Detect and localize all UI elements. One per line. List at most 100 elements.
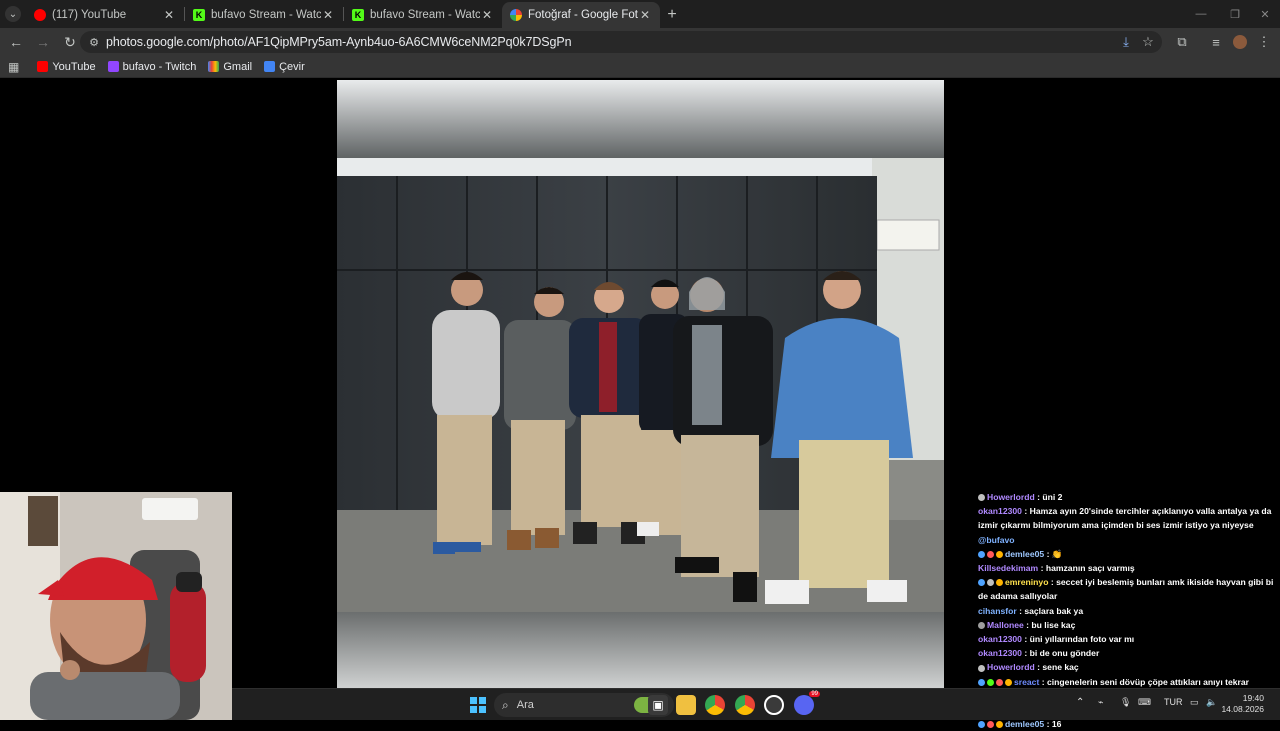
windows-start-icon[interactable] [468,695,488,715]
chat-message: Howerlordd : üni 2 [978,490,1278,504]
site-info-icon[interactable]: ⚙ [86,36,102,49]
chat-username[interactable]: emreninyo [1005,577,1048,587]
close-icon[interactable]: ✕ [480,8,494,22]
search-label: Ara [516,699,534,711]
tab-youtube[interactable]: (117) YouTube ✕ [26,2,184,28]
chat-username[interactable]: Killsedekimam [978,563,1038,573]
chat-separator: : [1044,719,1052,730]
bookmarks-bar: ▦ YouTube bufavo - Twitch Gmail Çevir [0,56,1280,78]
close-icon[interactable]: ✕ [321,8,335,22]
bookmark-star-icon[interactable]: ☆ [1136,30,1160,54]
clock[interactable]: 19:40 14.08.2026 [1221,693,1264,715]
keyboard-icon[interactable]: ⌨ [1138,697,1151,708]
obs-icon[interactable] [764,695,784,715]
chat-separator: : [1021,506,1030,517]
person [432,272,500,554]
chat-badge-icon [978,494,985,502]
chat-username[interactable]: okan12300 [978,648,1022,658]
network-icon[interactable]: ⌁ [1098,697,1103,708]
task-view-icon[interactable]: ▣ [648,695,668,715]
chat-username[interactable]: okan12300 [978,506,1022,516]
menu-kebab-icon[interactable]: ⋮ [1252,30,1276,54]
chat-mention[interactable]: @bufavo [978,535,1015,545]
gmail-icon [208,61,220,72]
extensions-icon[interactable]: ⧉ [1170,30,1194,54]
window-close-button[interactable]: ✕ [1248,0,1280,28]
chrome-icon-2[interactable] [735,695,755,715]
minimize-button[interactable]: — [1184,0,1218,28]
chat-username[interactable]: demlee05 [1005,719,1044,729]
chat-badge-icon [987,551,994,559]
back-button[interactable]: ← [4,30,28,54]
bookmark-gmail[interactable]: Gmail [208,61,252,73]
chat-badge-icon [978,678,985,686]
forward-button[interactable]: → [31,30,55,54]
chat-username[interactable]: Howerlordd [987,662,1035,672]
chat-text: 👏 [1051,548,1063,559]
new-tab-button[interactable]: + [660,2,684,28]
install-app-icon[interactable]: ⤓ [1114,30,1138,54]
chat-badge-icon [987,678,994,686]
bookmark-youtube[interactable]: YouTube [37,60,96,73]
language-indicator[interactable]: TUR [1164,697,1183,707]
bookmark-twitch[interactable]: bufavo - Twitch [107,61,196,73]
chat-text: hamzanın saçı varmış [1045,563,1135,574]
close-icon[interactable]: ✕ [162,8,176,22]
chat-badge-icon [996,579,1003,587]
tab-search-button[interactable]: ⌄ [0,0,26,28]
chat-badge-icon [996,678,1003,686]
bookmark-label: YouTube [52,60,96,73]
bookmark-label: Gmail [223,60,253,73]
url-text[interactable]: photos.google.com/photo/AF1QipMPry5am-Ay… [106,35,572,49]
chat-username[interactable]: Mallonee [987,620,1024,630]
taskbar-search[interactable]: ⌕ Ara [494,693,674,717]
search-icon: ⌕ [502,697,509,712]
reload-button[interactable]: ↻ [58,30,82,54]
profile-avatar[interactable] [1228,30,1252,54]
chat-badge-icon [1005,678,1012,686]
clock-date: 14.08.2026 [1221,704,1264,714]
chat-badge-icon [978,579,985,587]
tab-google-photos[interactable]: Fotoğraf - Google Fotoğraflar ✕ [502,2,660,28]
bookmark-translate[interactable]: Çevir [264,61,305,73]
discord-icon[interactable]: 99 [794,691,820,715]
chat-message: okan12300 : Hamza ayın 20'sinde tercihle… [978,504,1278,547]
maximize-button[interactable]: ❐ [1218,0,1252,28]
chat-message: Killsedekimam : hamzanın saçı varmış [978,561,1278,575]
chat-username[interactable]: sreact [1014,677,1039,687]
webcam-image [0,492,232,720]
chat-username[interactable]: cihansfor [978,606,1017,616]
chat-badge-icon [987,579,994,587]
chat-message: cihansfor : saçlara bak ya [978,604,1278,618]
file-explorer-icon[interactable] [676,695,696,715]
chat-badge-icon [978,664,985,672]
apps-grid-icon[interactable]: ▦ [8,60,19,74]
chat-separator: : [1039,676,1047,687]
chat-username[interactable]: demlee05 [1005,549,1044,559]
volume-icon[interactable]: 🔈 [1206,697,1217,708]
address-bar[interactable]: ⚙ photos.google.com/photo/AF1QipMPry5am-… [80,31,1162,53]
chat-message: okan12300 : üni yıllarından foto var mı [978,632,1278,646]
person [673,277,773,602]
chat-separator: : [1038,563,1046,574]
chat-username[interactable]: okan12300 [978,634,1022,644]
chat-separator: : [1048,577,1057,588]
display-icon[interactable]: ▭ [1190,697,1199,708]
chrome-icon[interactable] [705,695,725,715]
clock-time: 19:40 [1242,693,1264,703]
media-controls-icon[interactable]: ≡ [1204,30,1228,54]
tab-title: Fotoğraf - Google Fotoğraflar [528,9,638,21]
chat-username[interactable]: Howerlordd [987,492,1035,502]
tab-kick-2[interactable]: K bufavo Stream - Watch Live on Kick ✕ [344,2,502,28]
browser-toolbar: ← → ↻ ⚙ photos.google.com/photo/AF1QipMP… [0,28,1280,56]
tab-kick-1[interactable]: K bufavo Stream - Watch Live on Kick ✕ [185,2,343,28]
chat-badge-icon [987,721,994,729]
group-photo[interactable] [337,80,944,688]
close-icon[interactable]: ✕ [638,8,652,22]
tray-overflow-icon[interactable]: ⌃ [1076,697,1084,708]
chat-separator: : [1044,548,1052,559]
bookmark-label: Çevir [279,60,305,73]
chat-text: bi de onu gönder [1029,648,1100,659]
microphone-icon[interactable]: 🎙 [1120,697,1131,708]
chat-message: okan12300 : bi de onu gönder [978,646,1278,660]
